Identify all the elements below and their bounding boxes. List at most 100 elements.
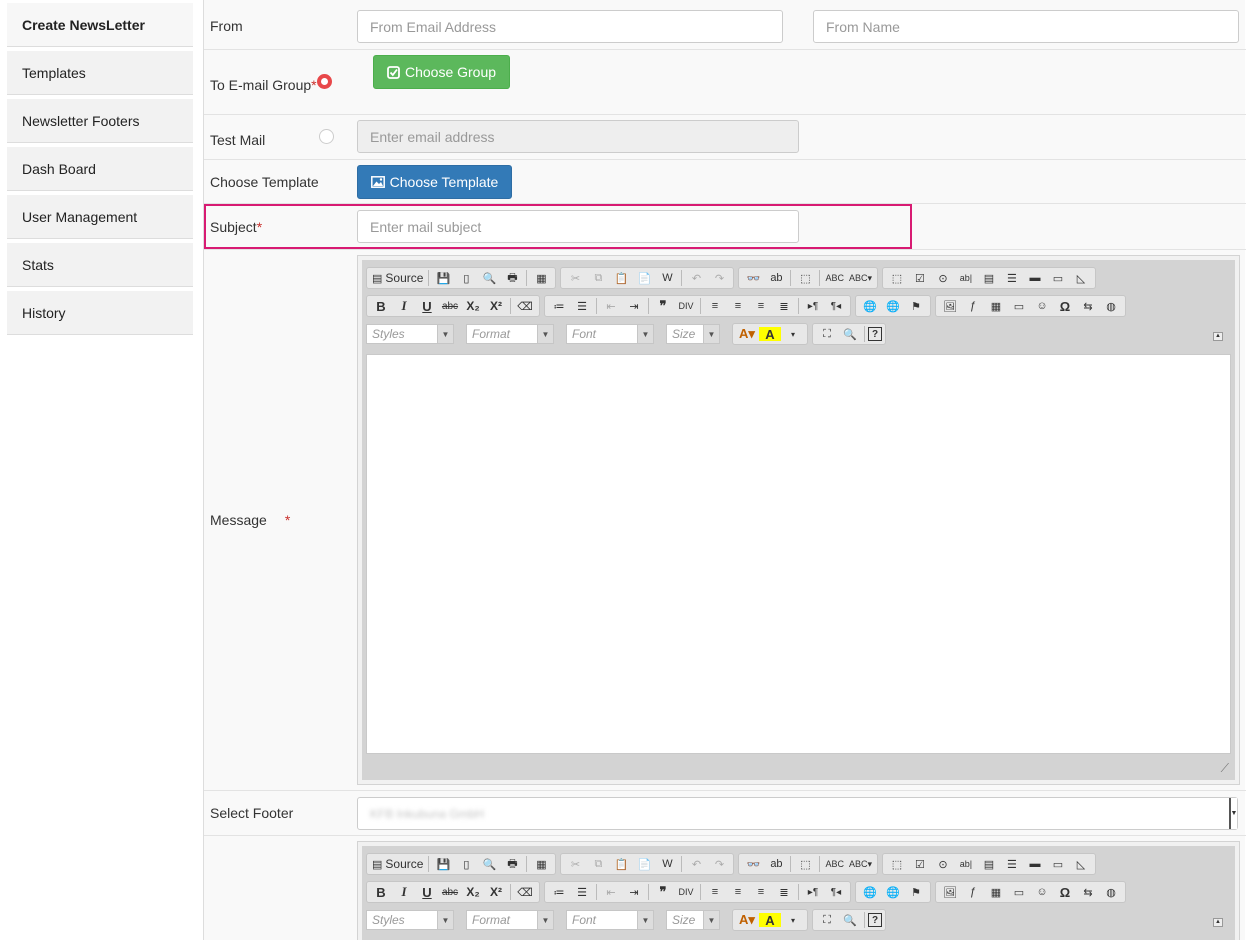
source-button[interactable]: ▤ Source bbox=[370, 854, 425, 874]
find-icon[interactable]: 👓 bbox=[742, 854, 764, 874]
radio-icon[interactable]: ⊙ bbox=[932, 268, 954, 288]
styles-combo[interactable]: Styles ▼ bbox=[366, 324, 454, 344]
choose-template-button[interactable]: Choose Template bbox=[357, 165, 512, 199]
sidebar-item-history[interactable]: History bbox=[7, 291, 193, 335]
italic-button[interactable]: I bbox=[393, 882, 415, 902]
bold-button[interactable]: B bbox=[370, 882, 392, 902]
templates-icon[interactable]: ▦ bbox=[530, 854, 552, 874]
templates-icon[interactable]: ▦ bbox=[530, 268, 552, 288]
size-combo[interactable]: Size ▼ bbox=[666, 324, 720, 344]
cut-icon[interactable]: ✂ bbox=[564, 268, 586, 288]
paste-text-icon[interactable]: 📄 bbox=[633, 854, 655, 874]
test-mail-radio[interactable] bbox=[319, 129, 334, 144]
select-all-icon[interactable]: ⬚ bbox=[794, 268, 816, 288]
special-char-icon[interactable]: Ω bbox=[1054, 882, 1076, 902]
radio-icon[interactable]: ⊙ bbox=[932, 854, 954, 874]
to-group-radio[interactable] bbox=[317, 74, 332, 89]
spellcheck-as-you-type-icon[interactable]: ABC▾ bbox=[847, 854, 874, 874]
underline-button[interactable]: U bbox=[416, 296, 438, 316]
superscript-button[interactable]: X² bbox=[485, 882, 507, 902]
table-icon[interactable]: ▦ bbox=[985, 882, 1007, 902]
page-break-icon[interactable]: ⇆ bbox=[1077, 882, 1099, 902]
indent-icon[interactable]: ⇥ bbox=[623, 296, 645, 316]
outdent-icon[interactable]: ⇤ bbox=[600, 882, 622, 902]
image-icon[interactable]: 🖼 bbox=[939, 296, 961, 316]
new-page-icon[interactable]: ▯ bbox=[455, 268, 477, 288]
print-icon[interactable]: 🖶 bbox=[501, 268, 523, 288]
text-color-icon[interactable]: A▾ bbox=[736, 324, 758, 344]
redo-icon[interactable]: ↷ bbox=[708, 268, 730, 288]
replace-icon[interactable]: ab bbox=[765, 268, 787, 288]
ltr-icon[interactable]: ▸¶ bbox=[802, 296, 824, 316]
save-icon[interactable]: 💾 bbox=[432, 268, 454, 288]
source-button[interactable]: ▤ Source bbox=[370, 268, 425, 288]
unlink-icon[interactable]: 🌐 bbox=[882, 882, 904, 902]
find-icon[interactable]: 👓 bbox=[742, 268, 764, 288]
sidebar-item-newsletter-footers[interactable]: Newsletter Footers bbox=[7, 99, 193, 143]
button-field-icon[interactable]: ▬ bbox=[1024, 854, 1046, 874]
paste-icon[interactable]: 📋 bbox=[610, 268, 632, 288]
rtl-icon[interactable]: ¶◂ bbox=[825, 296, 847, 316]
footer-select[interactable]: KFB Inkubuna GmbH ▼ bbox=[357, 797, 1238, 830]
link-icon[interactable]: 🌐 bbox=[859, 296, 881, 316]
preview-icon[interactable]: 🔍 bbox=[478, 854, 500, 874]
copy-icon[interactable]: ⧉ bbox=[587, 268, 609, 288]
align-justify-icon[interactable]: ≣ bbox=[773, 296, 795, 316]
select-field-icon[interactable]: ☰ bbox=[1001, 854, 1023, 874]
numbered-list-icon[interactable]: ≔ bbox=[548, 882, 570, 902]
font-combo[interactable]: Font ▼ bbox=[566, 324, 654, 344]
horizontal-rule-icon[interactable]: ▭ bbox=[1008, 296, 1030, 316]
div-container-icon[interactable]: DIV bbox=[675, 882, 697, 902]
save-icon[interactable]: 💾 bbox=[432, 854, 454, 874]
strike-button[interactable]: abc bbox=[439, 296, 461, 316]
checkbox-icon[interactable]: ☑ bbox=[909, 854, 931, 874]
resize-handle-icon[interactable]: ⟋ bbox=[1221, 761, 1229, 776]
subscript-button[interactable]: X₂ bbox=[462, 882, 484, 902]
smiley-icon[interactable]: ☺ bbox=[1031, 296, 1053, 316]
undo-icon[interactable]: ↶ bbox=[685, 854, 707, 874]
align-justify-icon[interactable]: ≣ bbox=[773, 882, 795, 902]
smiley-icon[interactable]: ☺ bbox=[1031, 882, 1053, 902]
table-icon[interactable]: ▦ bbox=[985, 296, 1007, 316]
align-right-icon[interactable]: ≡ bbox=[750, 296, 772, 316]
eraser-icon[interactable]: ⌫ bbox=[514, 296, 536, 316]
strike-button[interactable]: abc bbox=[439, 882, 461, 902]
test-mail-input[interactable] bbox=[357, 120, 799, 153]
flash-icon[interactable]: ƒ bbox=[962, 296, 984, 316]
bulleted-list-icon[interactable]: ☰ bbox=[571, 882, 593, 902]
collapse-toolbar-icon[interactable]: ▲ bbox=[1213, 918, 1223, 927]
show-blocks-icon[interactable]: 🔍 bbox=[839, 324, 861, 344]
maximize-icon[interactable]: ⛶ bbox=[816, 324, 838, 344]
underline-button[interactable]: U bbox=[416, 882, 438, 902]
cut-icon[interactable]: ✂ bbox=[564, 854, 586, 874]
sidebar-item-templates[interactable]: Templates bbox=[7, 51, 193, 95]
align-left-icon[interactable]: ≡ bbox=[704, 882, 726, 902]
help-icon[interactable]: ? bbox=[868, 327, 882, 341]
horizontal-rule-icon[interactable]: ▭ bbox=[1008, 882, 1030, 902]
text-field-icon[interactable]: ab| bbox=[955, 268, 977, 288]
anchor-flag-icon[interactable]: ⚑ bbox=[905, 296, 927, 316]
div-container-icon[interactable]: DIV bbox=[675, 296, 697, 316]
page-break-icon[interactable]: ⇆ bbox=[1077, 296, 1099, 316]
collapse-toolbar-icon[interactable]: ▲ bbox=[1213, 332, 1223, 341]
bold-button[interactable]: B bbox=[370, 296, 392, 316]
bg-color-icon[interactable]: A bbox=[759, 913, 781, 928]
italic-button[interactable]: I bbox=[393, 296, 415, 316]
new-page-icon[interactable]: ▯ bbox=[455, 854, 477, 874]
bulleted-list-icon[interactable]: ☰ bbox=[571, 296, 593, 316]
numbered-list-icon[interactable]: ≔ bbox=[548, 296, 570, 316]
select-all-icon[interactable]: ⬚ bbox=[794, 854, 816, 874]
sidebar-item-create-newsletter[interactable]: Create NewsLetter bbox=[7, 3, 193, 47]
flash-icon[interactable]: ƒ bbox=[962, 882, 984, 902]
subject-input[interactable] bbox=[357, 210, 799, 243]
checkbox-icon[interactable]: ☑ bbox=[909, 268, 931, 288]
button-field-icon[interactable]: ▬ bbox=[1024, 268, 1046, 288]
iframe-icon[interactable]: ◍ bbox=[1100, 882, 1122, 902]
image-button-icon[interactable]: ▭ bbox=[1047, 268, 1069, 288]
maximize-icon[interactable]: ⛶ bbox=[816, 910, 838, 930]
blockquote-icon[interactable]: ❞ bbox=[652, 296, 674, 316]
anchor-flag-icon[interactable]: ⚑ bbox=[905, 882, 927, 902]
preview-icon[interactable]: 🔍 bbox=[478, 268, 500, 288]
paste-word-icon[interactable]: W bbox=[656, 268, 678, 288]
align-right-icon[interactable]: ≡ bbox=[750, 882, 772, 902]
